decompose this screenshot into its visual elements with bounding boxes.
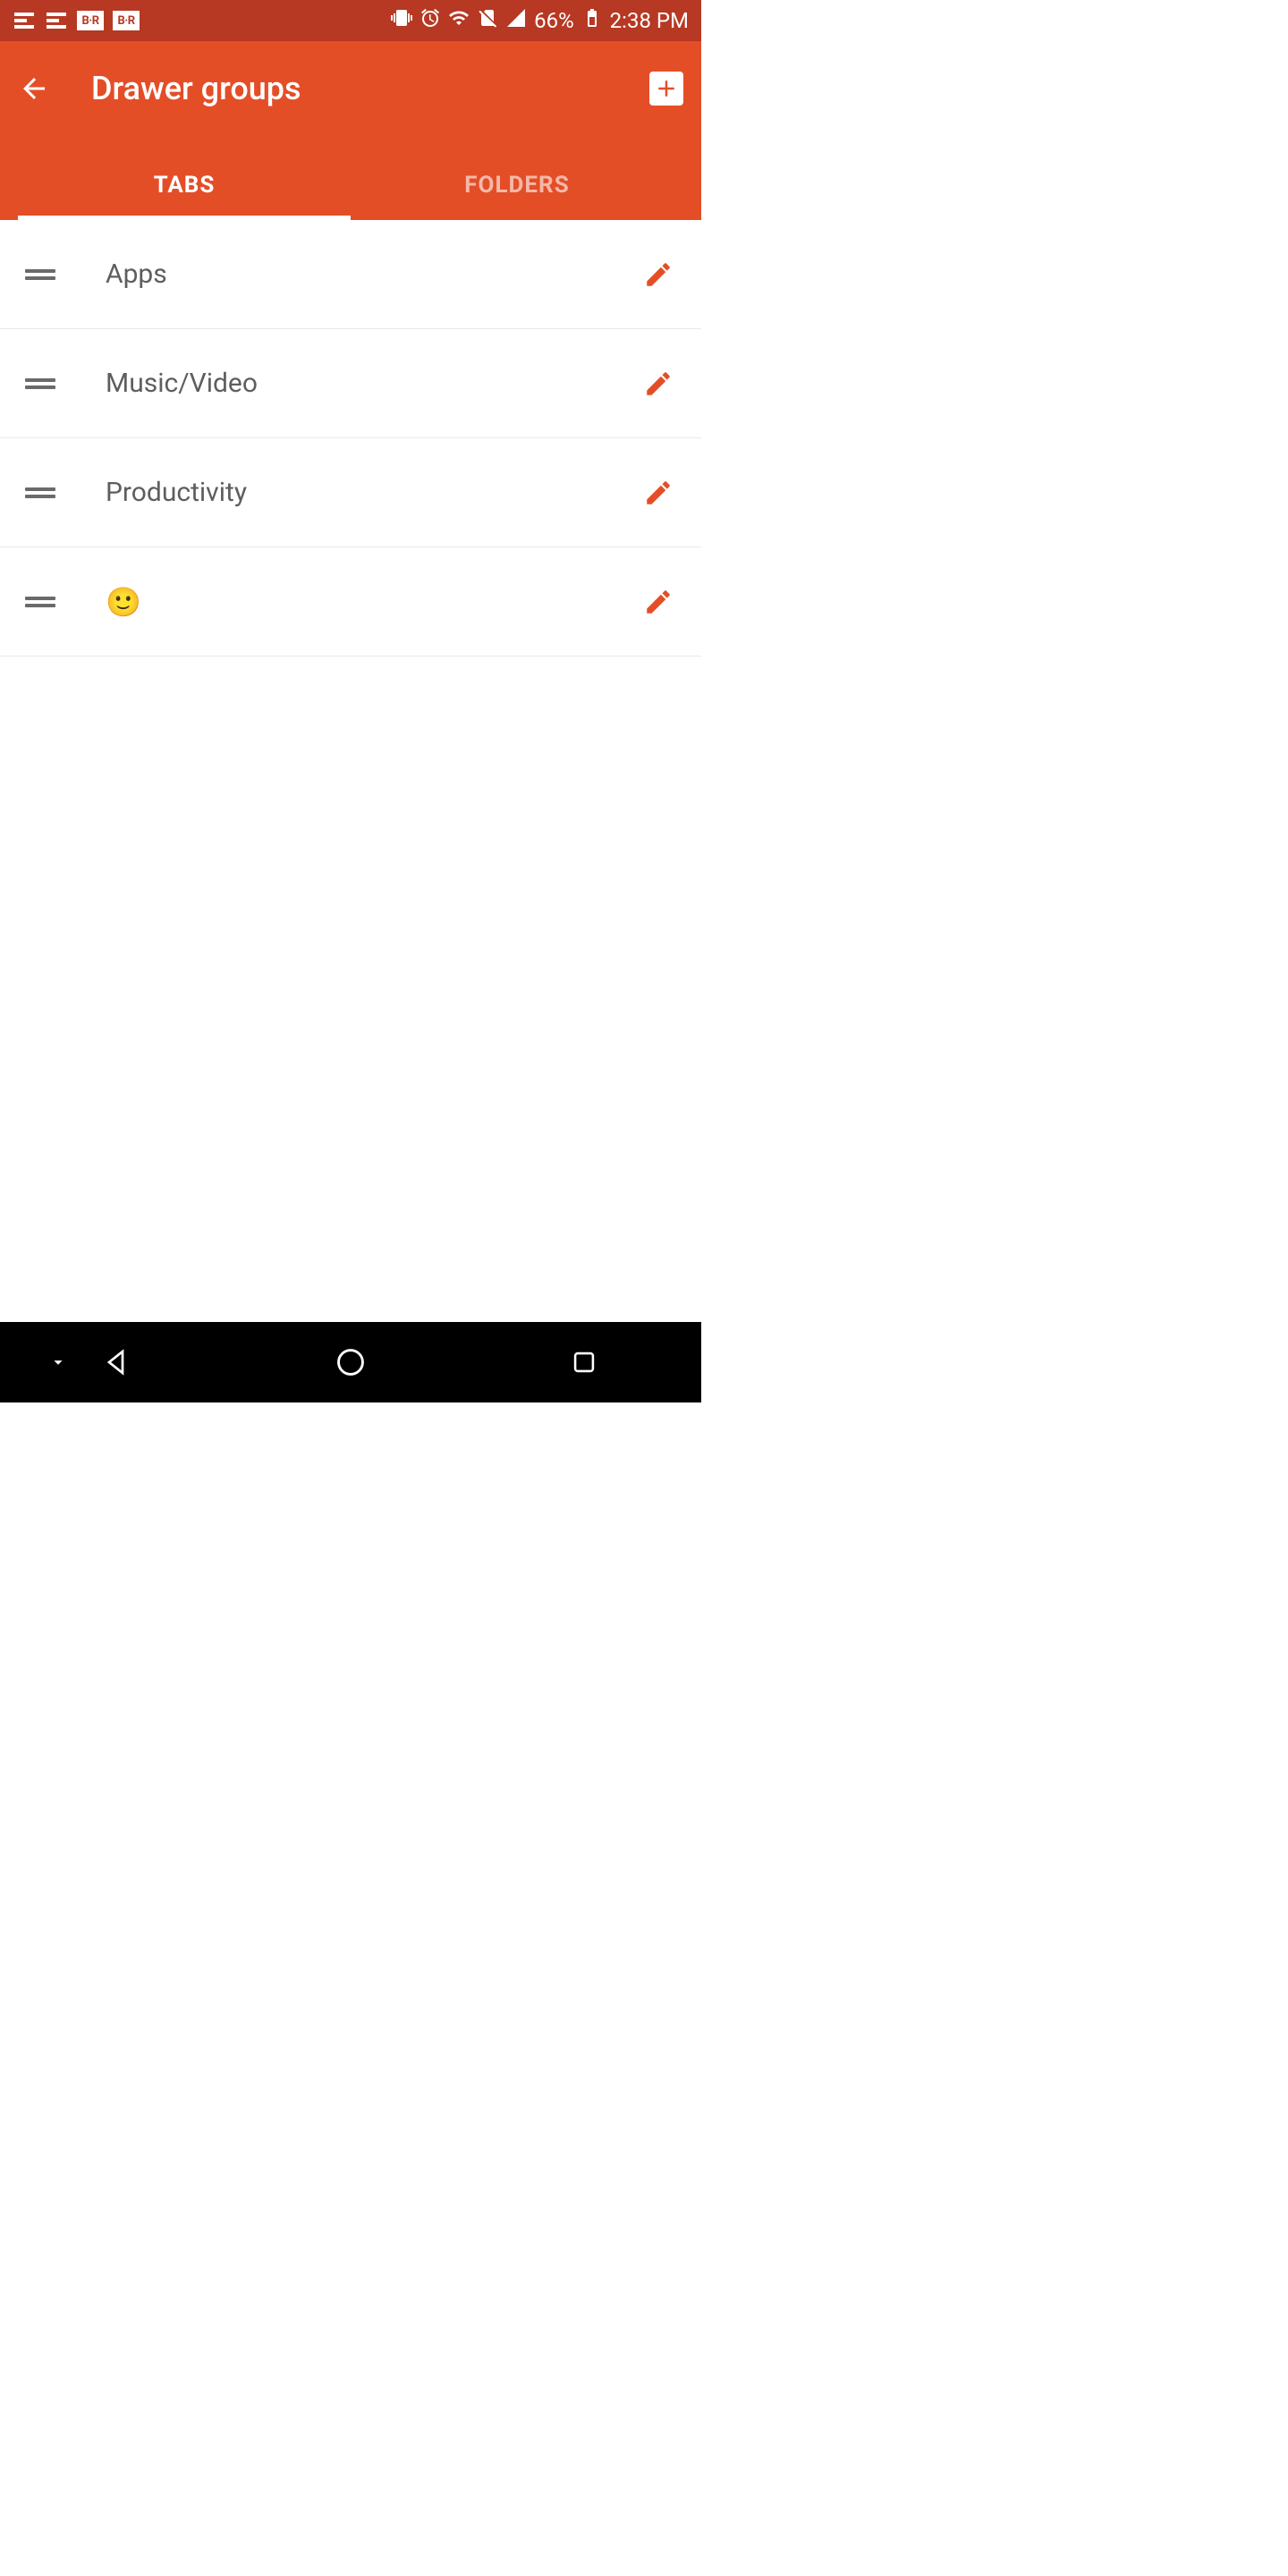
status-left: B·R B·R — [13, 9, 140, 32]
back-button[interactable] — [18, 72, 50, 105]
list-item[interactable]: Music/Video — [0, 329, 701, 438]
signal-icon — [505, 7, 527, 34]
group-label: Apps — [55, 258, 640, 290]
espn-notification-icon — [45, 9, 68, 32]
clock-time: 2:38 PM — [610, 8, 689, 33]
nav-back-button[interactable] — [95, 1340, 140, 1385]
edit-button[interactable] — [640, 584, 676, 620]
vibrate-icon — [391, 7, 412, 34]
groups-list: Apps Music/Video Productivity 🙂 — [0, 220, 701, 1322]
add-button[interactable] — [649, 72, 683, 106]
battery-icon — [581, 7, 603, 34]
tab-folders[interactable]: FOLDERS — [351, 150, 683, 220]
tabs: TABS FOLDERS — [18, 150, 683, 220]
group-label: Music/Video — [55, 368, 640, 399]
espn-notification-icon — [13, 9, 36, 32]
nav-caret-button[interactable] — [36, 1340, 80, 1385]
group-label: Productivity — [55, 477, 640, 508]
page-title: Drawer groups — [91, 70, 608, 107]
tab-label: FOLDERS — [464, 172, 569, 199]
navigation-bar — [0, 1322, 701, 1402]
bleacher-report-notification-icon: B·R — [113, 11, 140, 30]
list-item[interactable]: 🙂 — [0, 547, 701, 657]
tab-label: TABS — [154, 172, 216, 199]
edit-button[interactable] — [640, 475, 676, 511]
drag-handle-icon[interactable] — [25, 269, 55, 280]
app-bar: Drawer groups TABS FOLDERS — [0, 41, 701, 220]
edit-button[interactable] — [640, 366, 676, 402]
status-right: 66% 2:38 PM — [391, 7, 689, 34]
alarm-icon — [419, 7, 441, 34]
status-bar: B·R B·R 66% 2:38 PM — [0, 0, 701, 41]
nav-recents-button[interactable] — [562, 1340, 606, 1385]
nav-home-button[interactable] — [328, 1340, 373, 1385]
battery-percent: 66% — [534, 8, 574, 33]
drag-handle-icon[interactable] — [25, 487, 55, 498]
list-item[interactable]: Apps — [0, 220, 701, 329]
list-item[interactable]: Productivity — [0, 438, 701, 547]
no-sim-icon — [477, 7, 498, 34]
drag-handle-icon[interactable] — [25, 597, 55, 607]
drag-handle-icon[interactable] — [25, 378, 55, 389]
edit-button[interactable] — [640, 257, 676, 292]
tab-tabs[interactable]: TABS — [18, 150, 351, 220]
bleacher-report-notification-icon: B·R — [77, 11, 104, 30]
wifi-icon — [448, 7, 470, 34]
group-label: 🙂 — [55, 585, 640, 619]
